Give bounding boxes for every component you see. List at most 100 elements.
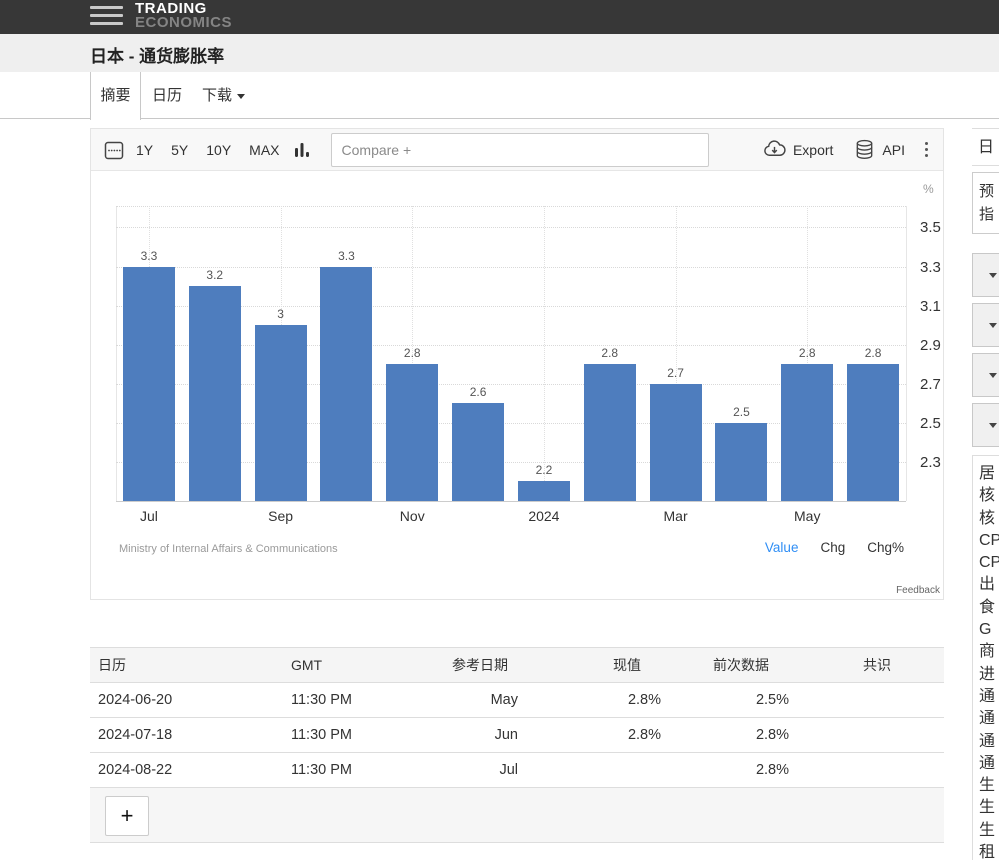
related-indicator-link[interactable]: 商 [979, 641, 999, 663]
bar[interactable] [189, 286, 241, 501]
bar[interactable] [320, 267, 372, 501]
toggle-chg[interactable]: Chg [820, 540, 845, 555]
y-tick-label: 2.3 [920, 454, 941, 471]
bar-value-label: 3.2 [185, 268, 245, 282]
bar-value-label: 2.5 [711, 405, 771, 419]
tab-row: 摘要 日历 下载 [0, 72, 999, 119]
table-cell: 2024-07-18 [90, 718, 291, 753]
related-indicator-link[interactable]: 出 [979, 574, 999, 596]
related-indicator-link[interactable]: 租 [979, 842, 999, 860]
table-cell [520, 753, 663, 788]
bar[interactable] [452, 403, 504, 501]
related-indicator-link[interactable]: 通 [979, 731, 999, 753]
table-cell: May [443, 683, 520, 718]
chart-source-label: Ministry of Internal Affairs & Communica… [119, 543, 338, 555]
export-cloud-download-icon[interactable] [762, 137, 788, 163]
toggle-value[interactable]: Value [765, 540, 799, 555]
bar-value-label: 2.2 [514, 463, 574, 477]
related-indicator-link[interactable]: CP [979, 530, 999, 552]
sidebar-link-forecast[interactable]: 预 [979, 180, 999, 203]
series-toggles: Value Chg Chg% [765, 540, 904, 555]
bar-value-label: 2.8 [777, 346, 837, 360]
y-tick-label: 2.7 [920, 376, 941, 393]
range-5y-button[interactable]: 5Y [168, 140, 191, 160]
tab-summary[interactable]: 摘要 [90, 72, 141, 120]
table-row[interactable]: 2024-08-2211:30 PMJul2.8% [90, 753, 944, 788]
compare-input[interactable] [331, 133, 709, 167]
related-indicator-link[interactable]: 通 [979, 686, 999, 708]
chart-type-icon[interactable] [289, 137, 315, 163]
calendar-range-icon[interactable] [101, 137, 127, 163]
x-tick-label: 2024 [509, 508, 579, 524]
sidebar-link-indicators[interactable]: 指 [979, 203, 999, 226]
top-navbar: TRADING ECONOMICS [0, 0, 999, 34]
bar[interactable] [255, 325, 307, 501]
tab-download-label: 下载 [202, 87, 232, 104]
calendar-section: 日历 GMT 参考日期 现值 前次数据 共识 2024-06-2011:30 P… [90, 647, 944, 843]
y-axis-unit-label: % [923, 182, 934, 196]
related-indicator-link[interactable]: 食 [979, 597, 999, 619]
sidebar-dropdown-3[interactable] [972, 353, 999, 397]
col-calendar: 日历 [90, 648, 291, 683]
table-cell [791, 753, 944, 788]
export-button[interactable]: Export [793, 142, 833, 158]
col-reference: 参考日期 [443, 648, 520, 683]
toggle-chg-pct[interactable]: Chg% [867, 540, 904, 555]
sidebar-dropdown-1[interactable] [972, 253, 999, 297]
table-cell [791, 718, 944, 753]
related-indicator-link[interactable]: G [979, 619, 999, 641]
related-indicator-link[interactable]: 进 [979, 664, 999, 686]
bar[interactable] [715, 423, 767, 501]
bar[interactable] [123, 267, 175, 501]
sidebar-dropdown-2[interactable] [972, 303, 999, 347]
api-database-icon[interactable] [851, 137, 877, 163]
related-indicator-link[interactable]: 生 [979, 775, 999, 797]
col-consensus: 共识 [791, 648, 944, 683]
table-cell: 2.8% [520, 683, 663, 718]
chevron-down-icon [989, 423, 997, 428]
table-cell: Jun [443, 718, 520, 753]
bar[interactable] [650, 384, 702, 501]
range-max-button[interactable]: MAX [246, 140, 282, 160]
bar-value-label: 2.7 [646, 366, 706, 380]
related-indicator-link[interactable]: 居 [979, 463, 999, 485]
related-indicator-link[interactable]: 核 [979, 508, 999, 530]
related-indicator-link[interactable]: 生 [979, 820, 999, 842]
bar[interactable] [584, 364, 636, 501]
bar-chart-plot: 3.33.233.32.82.62.22.82.72.52.82.8JulSep… [116, 206, 906, 501]
bar-value-label: 3 [251, 307, 311, 321]
range-1y-button[interactable]: 1Y [133, 140, 156, 160]
related-indicator-link[interactable]: 通 [979, 753, 999, 775]
x-tick-label: Sep [246, 508, 316, 524]
table-row[interactable]: 2024-06-2011:30 PMMay2.8%2.5% [90, 683, 944, 718]
trading-economics-logo[interactable]: TRADING ECONOMICS [135, 2, 232, 30]
sidebar-dropdown-4[interactable] [972, 403, 999, 447]
hamburger-menu-icon[interactable] [90, 6, 123, 28]
tab-download[interactable]: 下载 [202, 72, 245, 119]
col-actual: 现值 [520, 648, 663, 683]
related-indicator-link[interactable]: 生 [979, 797, 999, 819]
table-cell: 11:30 PM [291, 753, 443, 788]
bar[interactable] [847, 364, 899, 501]
sidebar-heading: 日 [972, 128, 999, 166]
bar[interactable] [518, 481, 570, 501]
gridline [544, 206, 545, 501]
feedback-link[interactable]: Feedback [896, 585, 940, 596]
table-row[interactable]: 2024-07-1811:30 PMJun2.8%2.8% [90, 718, 944, 753]
related-indicator-link[interactable]: 核 [979, 485, 999, 507]
bar[interactable] [781, 364, 833, 501]
api-button[interactable]: API [882, 142, 905, 158]
add-button[interactable]: + [105, 796, 149, 836]
bar[interactable] [386, 364, 438, 501]
table-cell: 2.8% [663, 718, 791, 753]
related-indicator-link[interactable]: 通 [979, 708, 999, 730]
range-10y-button[interactable]: 10Y [203, 140, 234, 160]
y-tick-label: 3.3 [920, 259, 941, 276]
bar-value-label: 2.8 [580, 346, 640, 360]
related-indicator-link[interactable]: CP [979, 552, 999, 574]
col-previous: 前次数据 [663, 648, 791, 683]
tab-calendar[interactable]: 日历 [152, 72, 182, 119]
x-tick-label: May [772, 508, 842, 524]
more-options-kebab-icon[interactable] [919, 139, 933, 161]
table-cell [791, 683, 944, 718]
